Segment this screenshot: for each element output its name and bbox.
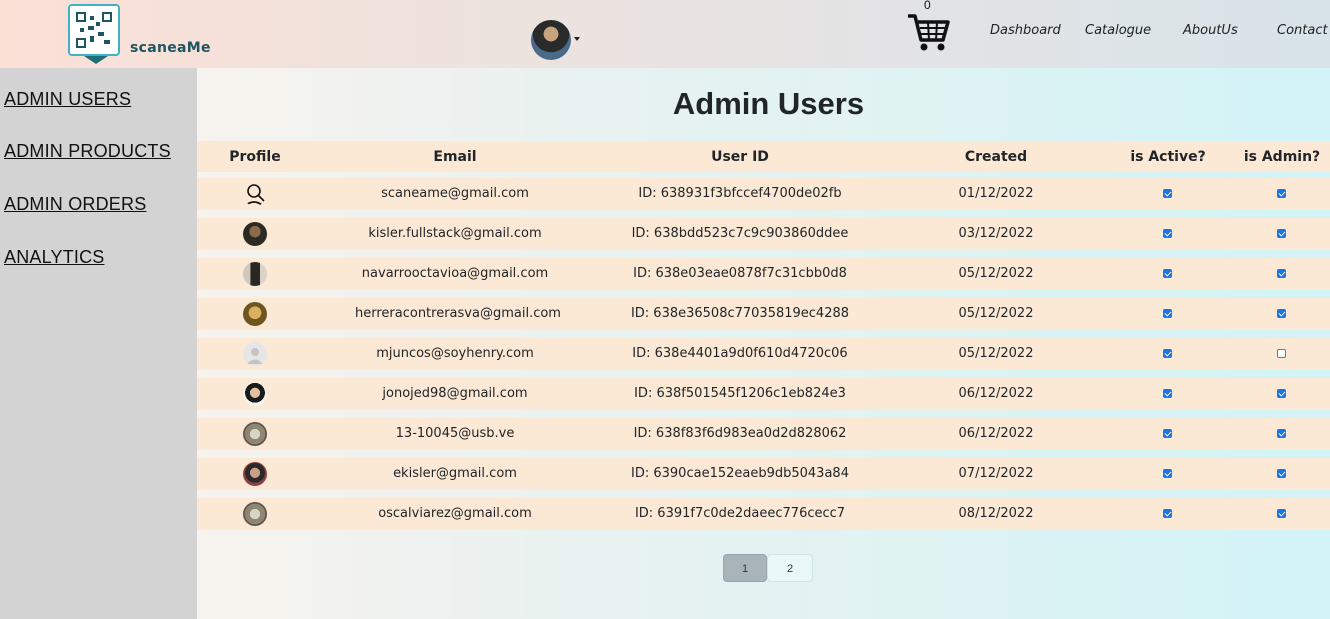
row-email: kisler.fullstack@gmail.com — [368, 226, 542, 241]
main-content: Admin Users Profile Email User ID Create… — [197, 68, 1330, 619]
logo-base-shape — [84, 56, 108, 64]
is-admin-checkbox[interactable] — [1277, 509, 1286, 518]
table-row: herreracontrerasva@gmail.com ID: 638e365… — [197, 298, 1330, 330]
table-row: jonojed98@gmail.com ID: 638f501545f1206c… — [197, 378, 1330, 410]
table-row: ekisler@gmail.com ID: 6390cae152eaeb9db5… — [197, 458, 1330, 490]
is-admin-checkbox[interactable] — [1277, 269, 1286, 278]
row-created: 08/12/2022 — [958, 506, 1034, 521]
column-header-is-active: is Active? — [1130, 149, 1206, 165]
column-header-user-id: User ID — [711, 149, 769, 165]
row-user-id: ID: 638e4401a9d0f610d4720c06 — [632, 346, 848, 361]
row-user-id: ID: 638931f3bfccef4700de02fb — [638, 186, 842, 201]
nav-dashboard[interactable]: Dashboard — [990, 23, 1061, 38]
default-user-icon — [243, 342, 267, 366]
row-created: 07/12/2022 — [958, 466, 1034, 481]
row-created: 03/12/2022 — [958, 226, 1034, 241]
is-active-checkbox[interactable] — [1163, 349, 1172, 358]
is-admin-checkbox[interactable] — [1277, 309, 1286, 318]
pagination-page-1[interactable]: 1 — [723, 554, 767, 582]
chevron-down-icon[interactable] — [574, 37, 580, 41]
nav-contact[interactable]: Contact — [1277, 23, 1328, 38]
is-active-checkbox[interactable] — [1163, 189, 1172, 198]
row-user-id: ID: 638e36508c77035819ec4288 — [630, 306, 850, 321]
column-header-is-admin: is Admin? — [1243, 149, 1321, 165]
row-email: herreracontrerasva@gmail.com — [355, 306, 561, 321]
sidebar-item-admin-users[interactable]: ADMIN USERS — [4, 89, 131, 110]
row-created: 01/12/2022 — [958, 186, 1034, 201]
row-user-id: ID: 638bdd523c7c9c903860ddee — [631, 226, 849, 241]
is-active-checkbox[interactable] — [1163, 469, 1172, 478]
is-active-checkbox[interactable] — [1163, 269, 1172, 278]
sidebar-item-admin-orders[interactable]: ADMIN ORDERS — [4, 194, 146, 215]
brand-logo[interactable]: scaneaMe — [62, 2, 222, 64]
profile-photo — [243, 422, 267, 446]
nav-aboutus[interactable]: AboutUs — [1183, 23, 1238, 38]
row-user-id: ID: 6391f7c0de2daeec776cecc7 — [634, 506, 846, 521]
is-active-checkbox[interactable] — [1163, 429, 1172, 438]
is-admin-checkbox[interactable] — [1277, 349, 1286, 358]
is-active-checkbox[interactable] — [1163, 229, 1172, 238]
row-email: oscalviarez@gmail.com — [378, 506, 532, 521]
row-email: jonojed98@gmail.com — [382, 386, 528, 401]
column-header-created: Created — [964, 149, 1028, 165]
is-admin-checkbox[interactable] — [1277, 229, 1286, 238]
qr-logo-icon — [68, 4, 120, 56]
pagination-page-2[interactable]: 2 — [767, 554, 813, 582]
row-user-id: ID: 638e03eae0878f7c31cbb0d8 — [633, 266, 847, 281]
column-header-profile: Profile — [229, 149, 281, 165]
top-navbar: scaneaMe 0 Dashboard Catalogue AboutUs C… — [0, 0, 1330, 68]
is-admin-checkbox[interactable] — [1277, 429, 1286, 438]
row-created: 06/12/2022 — [958, 426, 1034, 441]
table-row: navarrooctavioa@gmail.com ID: 638e03eae0… — [197, 258, 1330, 290]
profile-photo — [243, 462, 267, 486]
row-email: ekisler@gmail.com — [393, 466, 517, 481]
row-created: 05/12/2022 — [958, 306, 1034, 321]
table-row: mjuncos@soyhenry.com ID: 638e4401a9d0f61… — [197, 338, 1330, 370]
is-admin-checkbox[interactable] — [1277, 389, 1286, 398]
cart-count-badge: 0 — [924, 0, 931, 12]
profile-photo — [243, 302, 267, 326]
nav-catalogue[interactable]: Catalogue — [1085, 23, 1151, 38]
row-email: 13-10045@usb.ve — [395, 426, 515, 441]
page-title: Admin Users — [672, 86, 865, 121]
row-user-id: ID: 638f83f6d983ea0d2d828062 — [633, 426, 847, 441]
row-created: 05/12/2022 — [958, 266, 1034, 281]
is-active-checkbox[interactable] — [1163, 309, 1172, 318]
row-user-id: ID: 6390cae152eaeb9db5043a84 — [631, 466, 849, 481]
table-row: scaneame@gmail.com ID: 638931f3bfccef470… — [197, 178, 1330, 210]
brand-name: scaneaMe — [130, 40, 211, 56]
table-row: 13-10045@usb.ve ID: 638f83f6d983ea0d2d82… — [197, 418, 1330, 450]
admin-sidebar: ADMIN USERS ADMIN PRODUCTS ADMIN ORDERS … — [0, 68, 197, 619]
profile-photo — [243, 382, 267, 406]
profile-photo — [243, 222, 267, 246]
table-row: kisler.fullstack@gmail.com ID: 638bdd523… — [197, 218, 1330, 250]
is-admin-checkbox[interactable] — [1277, 469, 1286, 478]
user-outline-icon — [243, 182, 267, 206]
table-header: Profile Email User ID Created is Active?… — [197, 141, 1330, 172]
table-row: oscalviarez@gmail.com ID: 6391f7c0de2dae… — [197, 498, 1330, 530]
sidebar-item-analytics[interactable]: ANALYTICS — [4, 247, 105, 268]
is-active-checkbox[interactable] — [1163, 509, 1172, 518]
row-email: scaneame@gmail.com — [381, 186, 529, 201]
row-created: 06/12/2022 — [958, 386, 1034, 401]
row-user-id: ID: 638f501545f1206c1eb824e3 — [634, 386, 846, 401]
shopping-cart-icon[interactable] — [906, 12, 950, 54]
user-avatar[interactable] — [531, 20, 571, 60]
is-active-checkbox[interactable] — [1163, 389, 1172, 398]
is-admin-checkbox[interactable] — [1277, 189, 1286, 198]
row-email: navarrooctavioa@gmail.com — [361, 266, 549, 281]
sidebar-item-admin-products[interactable]: ADMIN PRODUCTS — [4, 141, 171, 162]
profile-photo — [243, 502, 267, 526]
row-created: 05/12/2022 — [958, 346, 1034, 361]
row-email: mjuncos@soyhenry.com — [376, 346, 534, 361]
profile-photo — [243, 262, 267, 286]
column-header-email: Email — [433, 149, 477, 165]
